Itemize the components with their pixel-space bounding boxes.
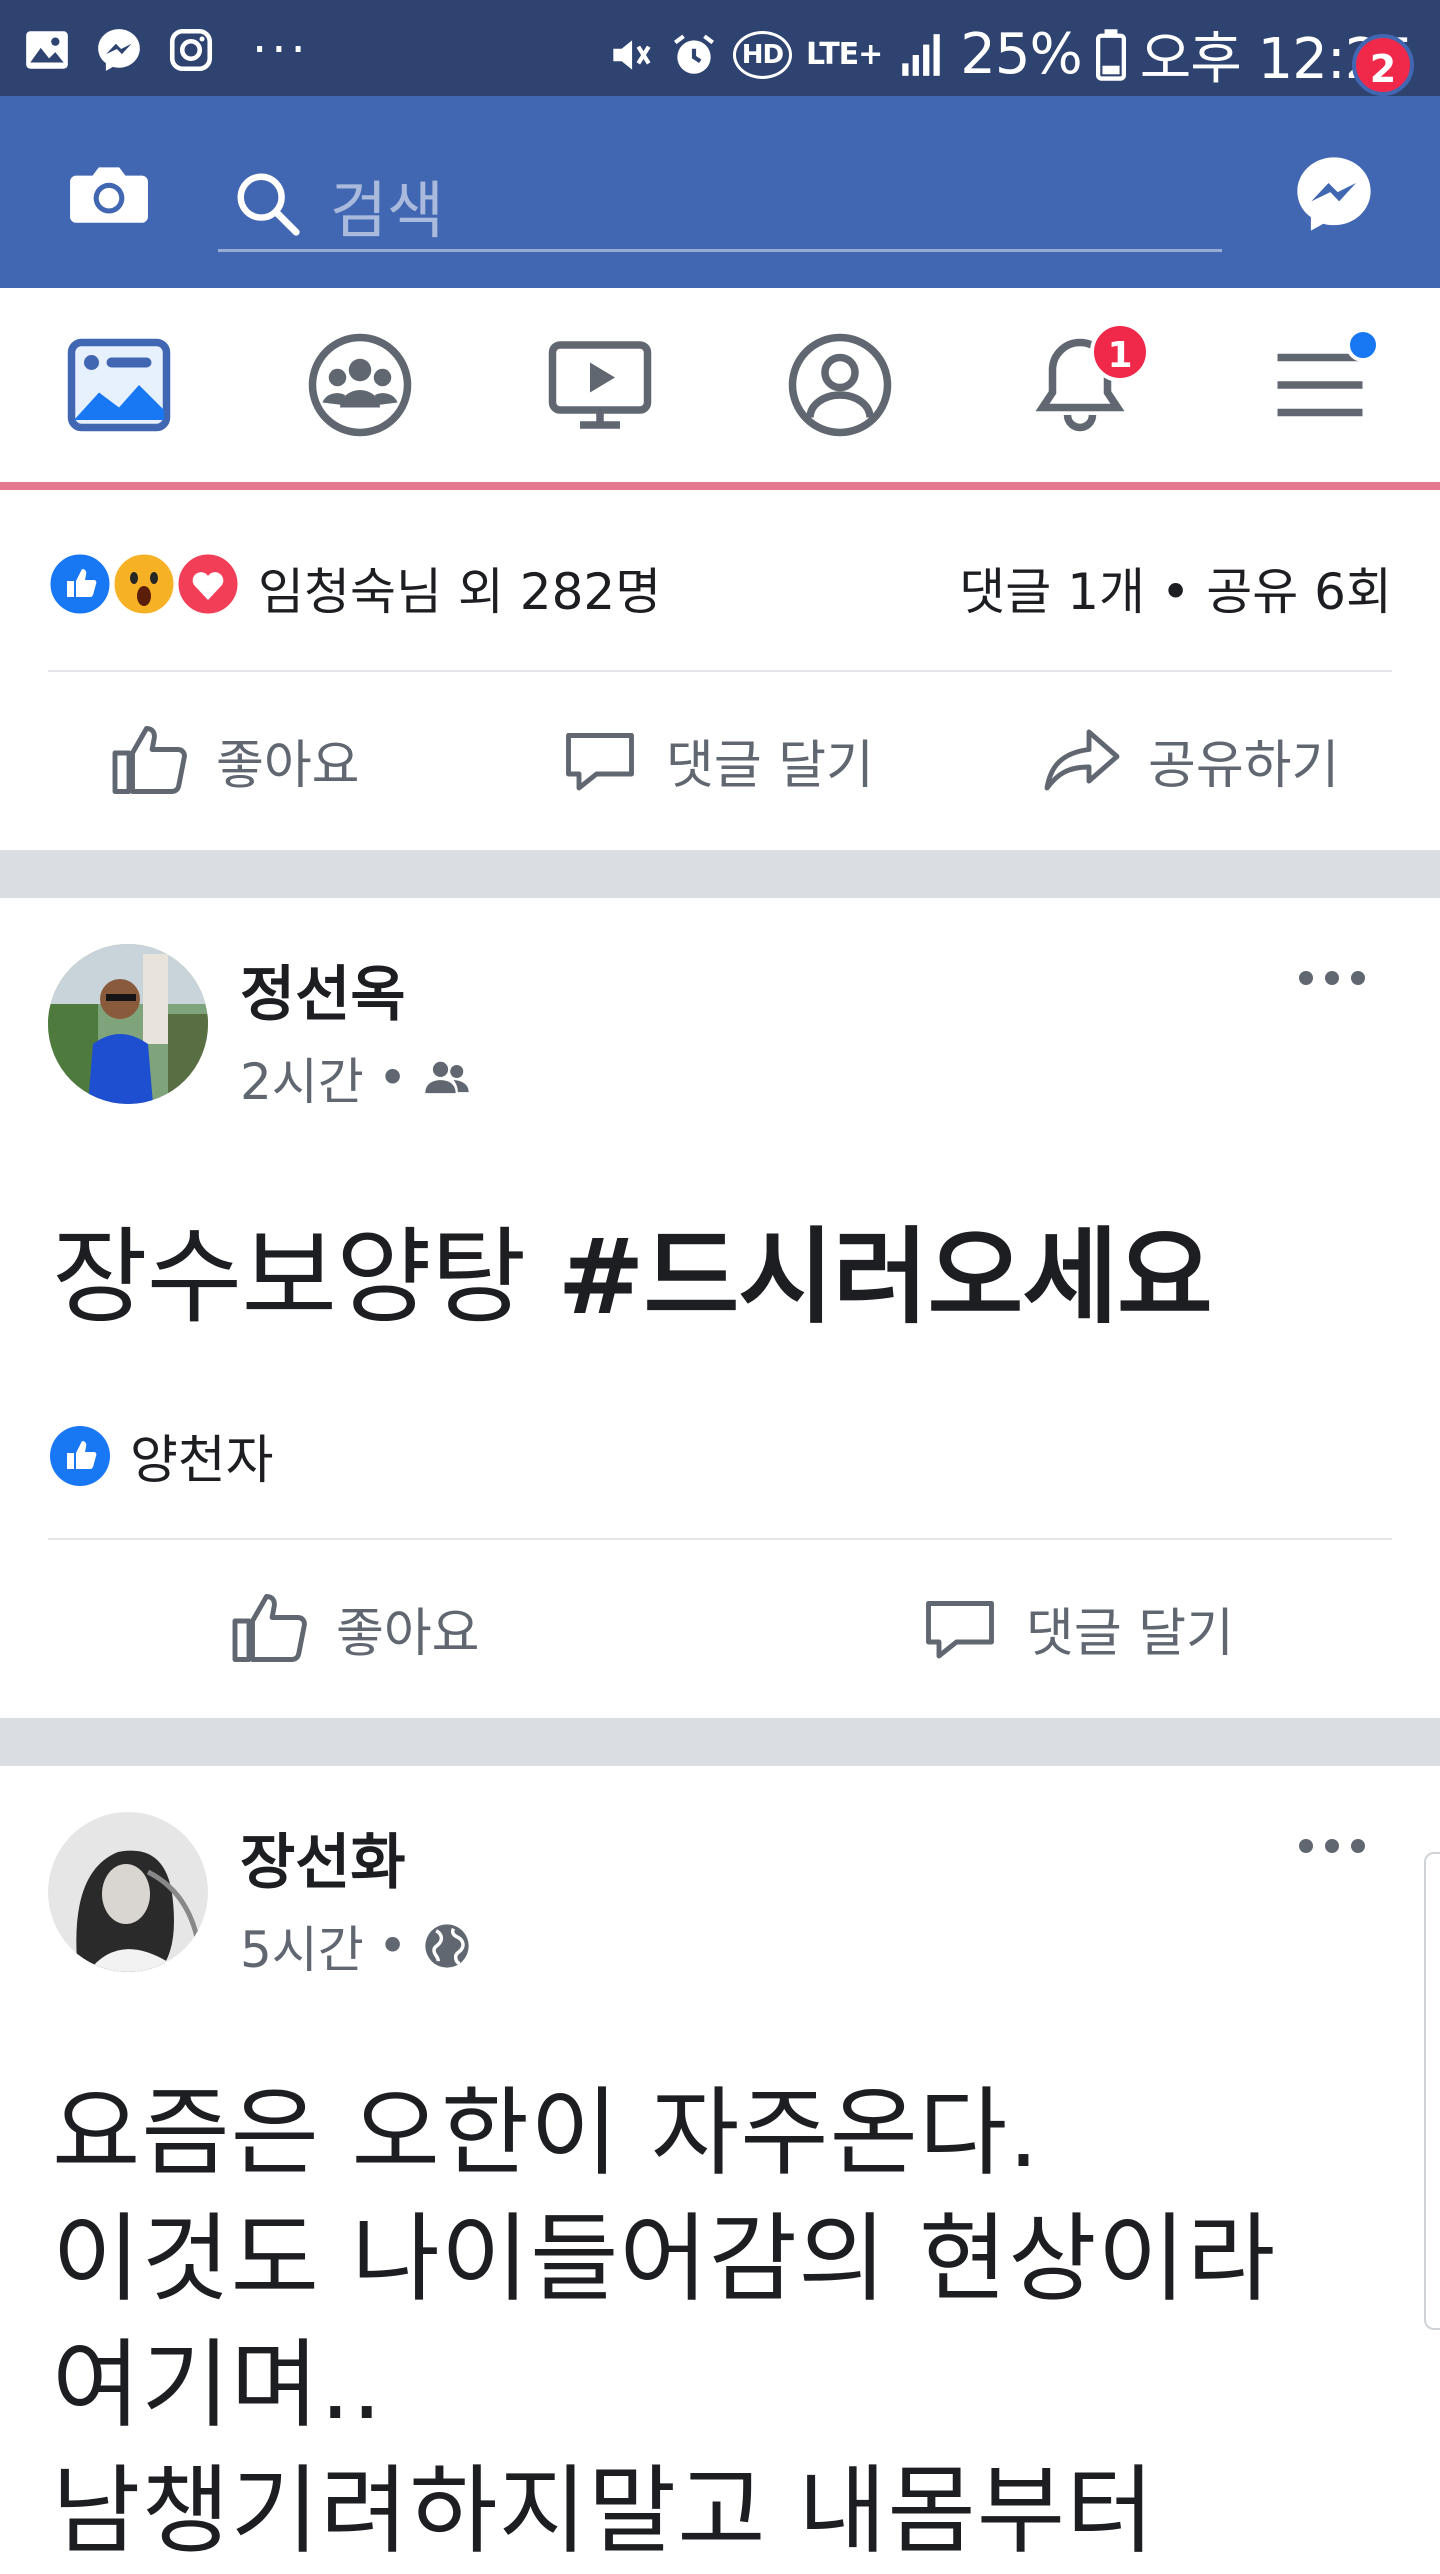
- comment-label: 댓글 달기: [666, 735, 874, 796]
- loading-progress-bar: [0, 482, 1440, 490]
- app-header: 검색: [0, 96, 1440, 288]
- comment-button[interactable]: 댓글 달기: [918, 1586, 1234, 1670]
- comment-button[interactable]: 댓글 달기: [558, 718, 874, 802]
- avatar-photo: [48, 1812, 208, 1972]
- tab-profile[interactable]: [785, 330, 895, 440]
- post-meta: 5시간 •: [240, 1910, 473, 1982]
- notifications-badge: 1: [1090, 322, 1150, 382]
- avatar[interactable]: [48, 1812, 208, 1972]
- gallery-icon: [26, 31, 68, 69]
- messenger-icon: [98, 29, 140, 71]
- post-author[interactable]: 장선화: [240, 1814, 406, 1901]
- search-icon: [237, 173, 300, 236]
- like-reaction-icon: [50, 1425, 110, 1486]
- post-time[interactable]: 5시간: [240, 1910, 364, 1982]
- instagram-icon: [169, 28, 213, 72]
- network-indicator: LTE+: [806, 37, 883, 72]
- wow-reaction-icon: [111, 551, 177, 617]
- comment-icon: [566, 733, 634, 791]
- post-text-line: 요즘은 오한이 자주온다.: [52, 2077, 1040, 2189]
- tab-watch[interactable]: [545, 330, 655, 440]
- post-text: 요즘은 오한이 자주온다. 이것도 나이들어감의 현상이라 여기며.. 남챙기려…: [52, 2070, 1276, 2574]
- thumbs-up-icon: [112, 726, 187, 794]
- like-label: 좋아요: [336, 1603, 480, 1664]
- like-button[interactable]: 좋아요: [108, 718, 360, 802]
- globe-icon: [425, 1924, 469, 1968]
- meta-dot: •: [377, 1917, 408, 1975]
- mute-vibrate-icon: [613, 39, 651, 70]
- like-button[interactable]: 좋아요: [228, 1586, 480, 1670]
- like-reaction-icon: [48, 551, 113, 617]
- camera-icon[interactable]: [68, 158, 150, 226]
- status-bar: ··· HD LTE+ 25% 오후 12:25: [0, 0, 1440, 96]
- scrollbar-handle[interactable]: [1424, 1852, 1440, 2330]
- feed-separator: [0, 850, 1440, 898]
- more-options-icon[interactable]: [1296, 1834, 1368, 1858]
- feed-separator: [0, 1718, 1440, 1766]
- more-notifications-dots: ···: [252, 22, 310, 78]
- battery-percent: 25%: [960, 22, 1082, 87]
- status-left-icons: ···: [22, 22, 310, 78]
- divider: [48, 1538, 1392, 1540]
- post-text-line: 여기며..: [52, 2329, 383, 2441]
- friends-icon: [425, 1061, 469, 1094]
- share-icon: [1044, 729, 1120, 791]
- search-input[interactable]: 검색: [218, 148, 1222, 252]
- post-text: 장수보양탕 #드시러오세요: [52, 1192, 1213, 1343]
- thumbs-up-icon: [232, 1594, 307, 1662]
- avatar[interactable]: [48, 944, 208, 1104]
- share-button[interactable]: 공유하기: [1040, 718, 1339, 802]
- liker-name: 양천자: [130, 1431, 274, 1491]
- comment-icon: [926, 1601, 994, 1659]
- post-author[interactable]: 정선옥: [240, 946, 406, 1033]
- post-text-line: 남챙기려하지말고 내몸부터: [52, 2455, 1156, 2567]
- divider: [48, 670, 1392, 672]
- comment-share-stats[interactable]: 댓글 1개 • 공유 6회: [959, 552, 1392, 624]
- tab-groups[interactable]: [305, 330, 415, 440]
- hd-voice-indicator: HD: [732, 30, 793, 79]
- like-label: 좋아요: [216, 735, 360, 796]
- post-text-line: 이것도 나이들어감의 현상이라: [52, 2203, 1277, 2315]
- more-options-icon[interactable]: [1296, 966, 1368, 990]
- messenger-icon[interactable]: [1290, 150, 1378, 238]
- alarm-icon: [673, 34, 714, 74]
- tab-bar: [0, 288, 1440, 490]
- love-reaction-icon: [175, 551, 241, 617]
- signal-icon: [902, 33, 941, 76]
- menu-indicator-dot: [1346, 328, 1380, 362]
- meta-dot: •: [377, 1049, 408, 1107]
- post-text-plain: 장수보양탕: [52, 1216, 558, 1338]
- avatar-photo: [48, 944, 208, 1104]
- tab-news-feed[interactable]: [64, 330, 174, 440]
- messenger-badge: 2: [1352, 34, 1414, 96]
- reaction-names: 임청숙님 외 282명: [258, 563, 662, 621]
- hashtag-link[interactable]: #드시러오세요: [557, 1216, 1212, 1338]
- status-right: HD LTE+ 25% 오후 12:25: [605, 14, 1415, 95]
- reaction-icons: [48, 551, 241, 617]
- share-label: 공유하기: [1148, 735, 1340, 796]
- battery-icon: [1095, 28, 1126, 81]
- post-time[interactable]: 2시간: [240, 1042, 364, 1114]
- comment-label: 댓글 달기: [1026, 1603, 1234, 1664]
- reaction-summary[interactable]: 임청숙님 외 282명 댓글 1개 • 공유 6회: [48, 548, 1392, 621]
- search-placeholder: 검색: [330, 174, 445, 247]
- likers-summary[interactable]: 양천자: [48, 1418, 274, 1493]
- post-meta: 2시간 •: [240, 1042, 473, 1114]
